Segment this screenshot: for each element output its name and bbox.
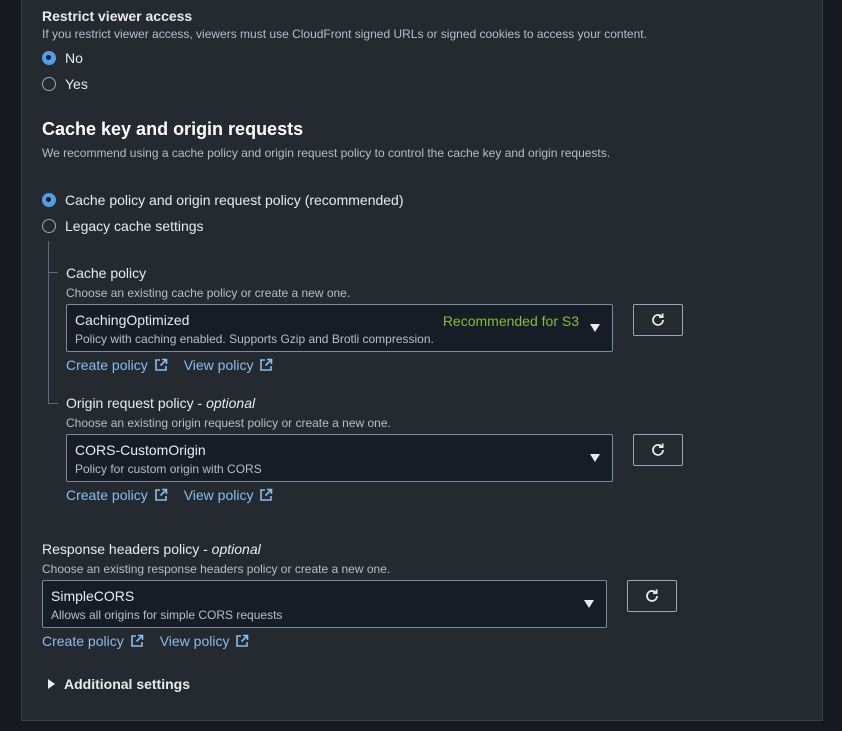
optional-marker: optional bbox=[211, 541, 261, 557]
origin-policy-selected-description: Policy for custom origin with CORS bbox=[75, 462, 262, 476]
tree-connector-line bbox=[48, 241, 49, 404]
external-link-icon bbox=[260, 488, 273, 501]
optional-marker: optional bbox=[206, 395, 256, 411]
create-policy-text: Create policy bbox=[66, 487, 148, 503]
view-policy-text: View policy bbox=[159, 633, 230, 649]
recommended-badge: Recommended for S3 bbox=[442, 313, 579, 329]
restrict-access-description: If you restrict viewer access, viewers m… bbox=[42, 27, 647, 41]
cache-section-description: We recommend using a cache policy and or… bbox=[42, 146, 611, 160]
origin-policy-label: Origin request policy - optional bbox=[66, 395, 256, 411]
tree-branch bbox=[48, 403, 58, 404]
view-response-policy-link[interactable]: View policy bbox=[160, 633, 250, 649]
cache-policy-option[interactable]: Cache policy and origin request policy (… bbox=[42, 192, 404, 208]
response-policy-label: Response headers policy - optional bbox=[42, 541, 261, 557]
create-origin-policy-link[interactable]: Create policy bbox=[66, 487, 168, 503]
radio-selected[interactable] bbox=[42, 51, 56, 65]
cache-policy-label: Cache policy bbox=[66, 265, 147, 281]
restrict-no-label: No bbox=[65, 50, 83, 66]
external-link-icon bbox=[154, 488, 168, 501]
caret-down-icon bbox=[590, 324, 600, 332]
external-link-icon bbox=[154, 358, 168, 371]
origin-policy-links: Create policy View policy bbox=[66, 487, 273, 503]
response-policy-label-text: Response headers policy bbox=[42, 541, 200, 557]
refresh-icon bbox=[652, 313, 664, 326]
response-policy-description: Choose an existing response headers poli… bbox=[42, 562, 391, 576]
create-cache-policy-link[interactable]: Create policy bbox=[66, 357, 168, 373]
legacy-cache-option[interactable]: Legacy cache settings bbox=[42, 218, 204, 234]
external-link-icon bbox=[130, 634, 144, 647]
create-policy-text: Create policy bbox=[66, 357, 148, 373]
refresh-response-policy-button[interactable] bbox=[627, 580, 677, 612]
caret-down-icon bbox=[584, 600, 594, 608]
cache-policy-selected-value: CachingOptimized bbox=[75, 312, 190, 328]
create-policy-text: Create policy bbox=[42, 633, 124, 649]
refresh-cache-policy-button[interactable] bbox=[633, 304, 683, 336]
origin-policy-select[interactable]: CORS-CustomOrigin Policy for custom orig… bbox=[66, 434, 613, 482]
refresh-origin-policy-button[interactable] bbox=[633, 434, 683, 466]
origin-policy-selected-value: CORS-CustomOrigin bbox=[75, 442, 206, 458]
legacy-cache-option-label: Legacy cache settings bbox=[65, 218, 204, 234]
origin-policy-description: Choose an existing origin request policy… bbox=[66, 416, 391, 430]
view-origin-policy-link[interactable]: View policy bbox=[184, 487, 274, 503]
restrict-no-option[interactable]: No bbox=[42, 50, 83, 66]
tree-branch bbox=[48, 272, 58, 273]
external-link-icon bbox=[236, 634, 249, 647]
origin-policy-label-text: Origin request policy bbox=[66, 395, 194, 411]
response-policy-links: Create policy View policy bbox=[42, 633, 249, 649]
external-link-icon bbox=[260, 358, 273, 371]
restrict-yes-label: Yes bbox=[65, 76, 88, 92]
refresh-icon bbox=[646, 589, 658, 602]
view-policy-text: View policy bbox=[183, 357, 254, 373]
caret-right-icon bbox=[48, 679, 55, 689]
additional-settings-label: Additional settings bbox=[64, 676, 190, 692]
caret-down-icon bbox=[590, 454, 600, 462]
cache-policy-selected-description: Policy with caching enabled. Supports Gz… bbox=[75, 332, 434, 346]
radio-selected[interactable] bbox=[42, 193, 56, 207]
refresh-icon bbox=[652, 443, 664, 456]
restrict-access-label: Restrict viewer access bbox=[42, 8, 193, 24]
response-policy-selected-description: Allows all origins for simple CORS reque… bbox=[51, 608, 283, 622]
view-policy-text: View policy bbox=[183, 487, 254, 503]
cache-section-heading: Cache key and origin requests bbox=[42, 119, 304, 139]
response-policy-selected-value: SimpleCORS bbox=[51, 588, 135, 604]
create-response-policy-link[interactable]: Create policy bbox=[42, 633, 144, 649]
cache-policy-option-label: Cache policy and origin request policy (… bbox=[65, 192, 404, 208]
radio-unselected[interactable] bbox=[42, 77, 56, 91]
restrict-yes-option[interactable]: Yes bbox=[42, 76, 88, 92]
view-cache-policy-link[interactable]: View policy bbox=[184, 357, 274, 373]
cache-policy-links: Create policy View policy bbox=[66, 357, 273, 373]
cache-policy-select[interactable]: CachingOptimized Policy with caching ena… bbox=[66, 304, 613, 352]
response-policy-select[interactable]: SimpleCORS Allows all origins for simple… bbox=[42, 580, 607, 628]
radio-unselected[interactable] bbox=[42, 219, 56, 233]
cache-policy-description: Choose an existing cache policy or creat… bbox=[66, 286, 351, 300]
additional-settings-toggle[interactable]: Additional settings bbox=[48, 676, 190, 692]
